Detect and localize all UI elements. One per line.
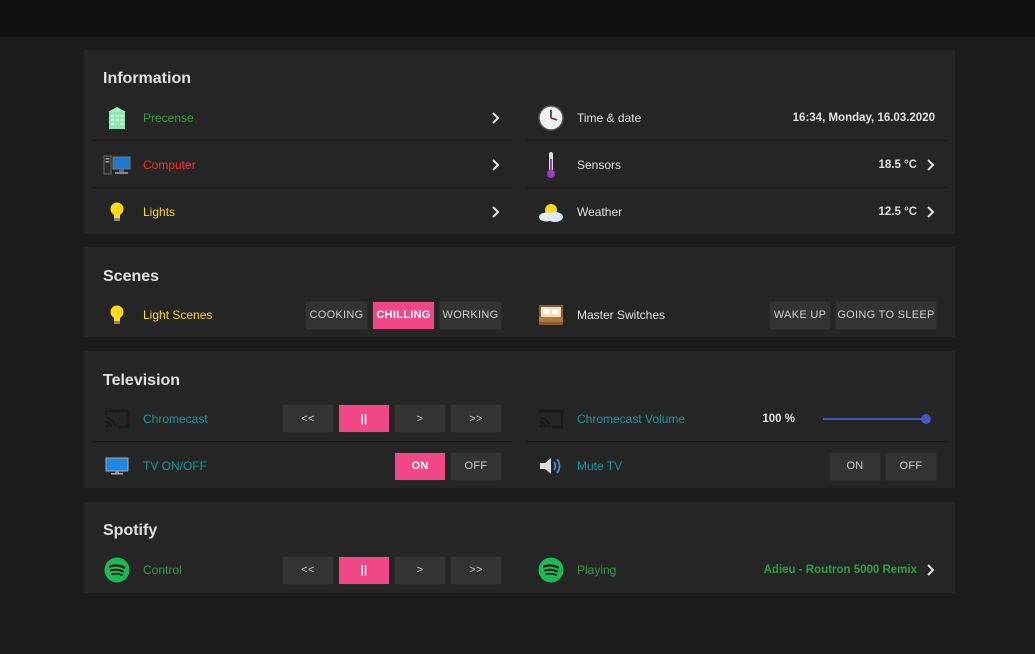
weather-label: Weather <box>577 205 623 219</box>
clock-icon <box>536 103 566 133</box>
tv-icon <box>102 451 132 481</box>
time-date-row: Time & date 16:34, Monday, 16.03.2020 <box>526 95 947 141</box>
lightbulb-icon <box>102 197 132 227</box>
chromecast-volume-row: Chromecast Volume 100 % <box>526 396 947 442</box>
light-scenes-row: Light Scenes COOKING CHILLING WORKING <box>92 292 512 338</box>
master-switches-label: Master Switches <box>577 308 666 322</box>
television-card: Television Chromecast << || > >> TV ON/O… <box>84 351 955 488</box>
volume-slider-track <box>823 417 927 420</box>
chilling-button[interactable]: CHILLING <box>372 300 435 330</box>
mute-on-button[interactable]: ON <box>829 451 881 481</box>
chevron-right-icon[interactable] <box>919 201 941 223</box>
spotify-play-button[interactable]: > <box>394 555 446 585</box>
mute-off-button[interactable]: OFF <box>885 451 937 481</box>
thermometer-icon <box>536 150 566 180</box>
cooking-button[interactable]: COOKING <box>305 300 368 330</box>
chromecast-row: Chromecast << || > >> <box>92 396 512 442</box>
scenes-card: Scenes Light Scenes COOKING CHILLING WOR… <box>84 247 955 337</box>
pause-button[interactable]: || <box>338 404 390 433</box>
information-card: Information Precense Computer Lights Tim… <box>84 50 955 234</box>
sensors-row[interactable]: Sensors 18.5 °C <box>526 142 947 188</box>
weather-row[interactable]: Weather 12.5 °C <box>526 189 947 235</box>
time-date-label: Time & date <box>577 110 642 125</box>
volume-value: 100 % <box>762 412 795 425</box>
light-scenes-label: Light Scenes <box>143 308 213 322</box>
spotify-playing-label: Playing <box>577 563 617 577</box>
chromecast-label: Chromecast <box>143 411 208 426</box>
tv-off-button[interactable]: OFF <box>450 451 502 481</box>
scenes-title: Scenes <box>103 268 160 285</box>
chevron-right-icon[interactable] <box>919 154 941 176</box>
spotify-control-label: Control <box>143 563 182 577</box>
chevron-right-icon[interactable] <box>484 107 506 129</box>
computer-row[interactable]: Computer <box>92 142 512 188</box>
chromecast-volume-label: Chromecast Volume <box>577 411 686 426</box>
now-playing-track: Adieu - Routron 5000 Remix <box>763 564 917 576</box>
weather-icon <box>536 197 566 227</box>
going-to-sleep-button[interactable]: GOING TO SLEEP <box>835 300 937 330</box>
cast-icon <box>536 404 566 434</box>
information-title: Information <box>103 70 191 87</box>
presence-row[interactable]: Precense <box>92 95 512 141</box>
lights-label: Lights <box>143 205 176 219</box>
spotify-fast-forward-button[interactable]: >> <box>450 555 502 585</box>
working-button[interactable]: WORKING <box>439 300 502 330</box>
wake-up-button[interactable]: WAKE UP <box>769 300 831 330</box>
tv-onoff-label: TV ON/OFF <box>143 459 207 473</box>
spotify-playing-row[interactable]: Playing Adieu - Routron 5000 Remix <box>526 547 947 593</box>
chevron-right-icon[interactable] <box>919 559 941 581</box>
bed-icon <box>536 300 566 330</box>
spotify-card: Spotify Control << || > >> Playing Adieu… <box>84 502 955 593</box>
spotify-icon <box>536 555 566 585</box>
chevron-right-icon[interactable] <box>484 154 506 176</box>
spotify-icon <box>102 555 132 585</box>
lightbulb-icon <box>102 300 132 330</box>
volume-slider-thumb[interactable] <box>921 413 931 424</box>
building-icon <box>102 103 132 133</box>
master-switches-row: Master Switches WAKE UP GOING TO SLEEP <box>526 292 947 338</box>
spotify-pause-button[interactable]: || <box>338 555 390 585</box>
mute-tv-label: Mute TV <box>577 459 623 473</box>
fast-forward-button[interactable]: >> <box>450 404 502 433</box>
computer-label: Computer <box>143 157 196 172</box>
cast-icon <box>102 404 132 434</box>
spotify-rewind-button[interactable]: << <box>282 555 334 585</box>
volume-slider[interactable] <box>823 412 931 426</box>
computer-icon <box>102 150 132 180</box>
rewind-button[interactable]: << <box>282 404 334 433</box>
top-toolbar <box>0 0 1035 37</box>
speaker-icon <box>536 451 566 481</box>
weather-value: 12.5 °C <box>878 206 917 218</box>
presence-label: Precense <box>143 110 194 125</box>
mute-tv-row: Mute TV ON OFF <box>526 443 947 489</box>
chevron-right-icon[interactable] <box>484 201 506 223</box>
tv-on-button[interactable]: ON <box>394 451 446 481</box>
time-date-value: 16:34, Monday, 16.03.2020 <box>792 111 935 124</box>
tv-onoff-row: TV ON/OFF ON OFF <box>92 443 512 489</box>
sensors-value: 18.5 °C <box>878 158 917 171</box>
sensors-label: Sensors <box>577 157 622 172</box>
spotify-control-row: Control << || > >> <box>92 547 512 593</box>
play-button[interactable]: > <box>394 404 446 433</box>
television-title: Television <box>103 372 181 389</box>
spotify-title: Spotify <box>103 522 158 539</box>
lights-row[interactable]: Lights <box>92 189 512 235</box>
